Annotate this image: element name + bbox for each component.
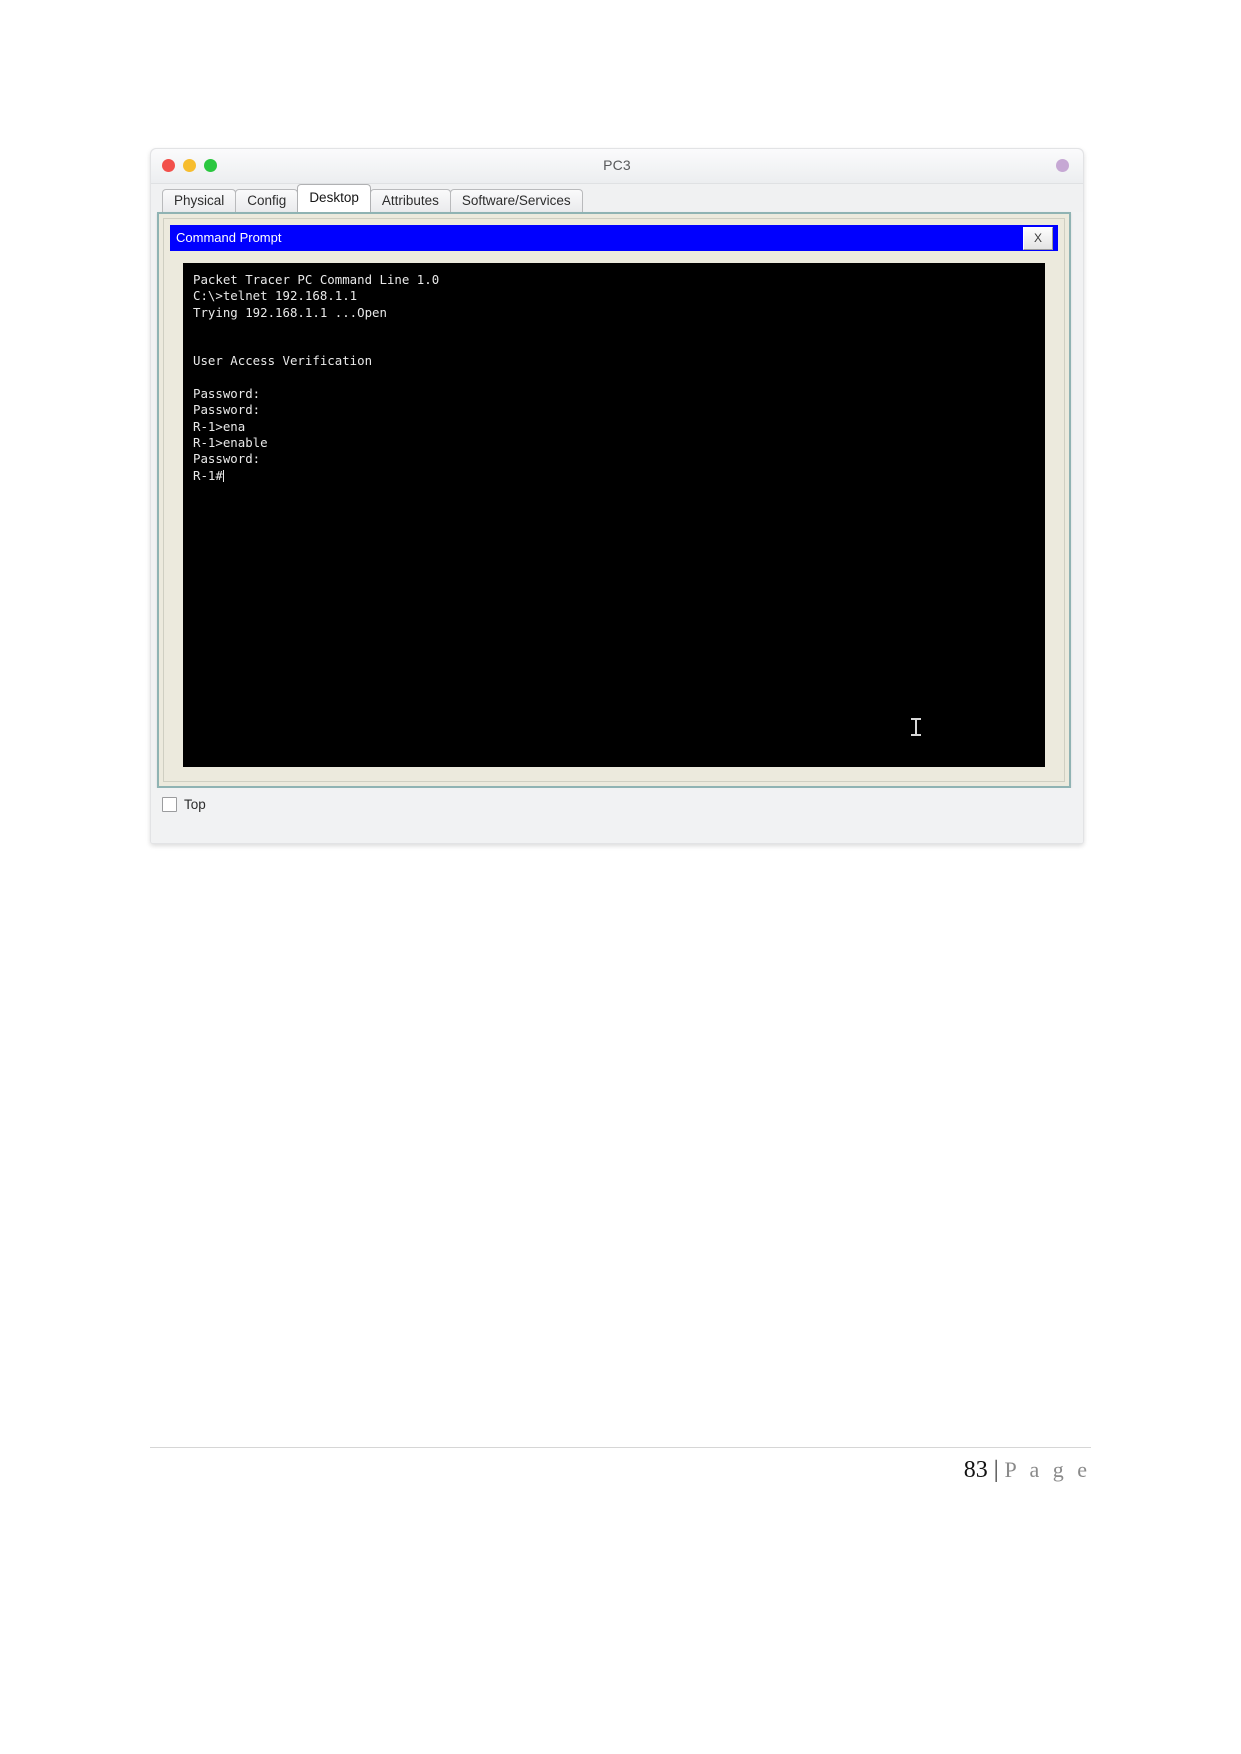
pc-device-window: PC3 Physical Config Desktop Attributes S… (150, 148, 1084, 844)
document-page: PC3 Physical Config Desktop Attributes S… (0, 0, 1241, 1754)
tab-physical[interactable]: Physical (162, 189, 237, 213)
footer-separator: | (993, 1457, 999, 1483)
window-titlebar: PC3 (151, 149, 1083, 184)
text-cursor-icon (911, 718, 921, 736)
command-prompt-title: Command Prompt (176, 230, 282, 245)
top-checkbox[interactable] (162, 797, 177, 812)
command-prompt-titlebar: Command Prompt X (170, 225, 1058, 251)
tab-attributes[interactable]: Attributes (369, 189, 451, 213)
tab-software-services[interactable]: Software/Services (449, 189, 583, 213)
close-button[interactable]: X (1023, 226, 1053, 250)
terminal-text: Packet Tracer PC Command Line 1.0 C:\>te… (193, 272, 440, 483)
status-dot-icon (1056, 159, 1069, 172)
tab-strip: Physical Config Desktop Attributes Softw… (151, 184, 1083, 213)
tab-desktop[interactable]: Desktop (297, 184, 371, 212)
desktop-content-area: Command Prompt X Packet Tracer PC Comman… (151, 212, 1083, 843)
terminal-output-area[interactable]: Packet Tracer PC Command Line 1.0 C:\>te… (183, 263, 1045, 767)
top-checkbox-label: Top (184, 797, 206, 812)
footer-page-word: P a g e (1004, 1457, 1091, 1482)
window-title: PC3 (603, 157, 631, 173)
command-prompt-dialog: Command Prompt X Packet Tracer PC Comman… (157, 212, 1071, 788)
window-bottom-bar: Top (151, 788, 1083, 843)
footer-page-number: 83 (963, 1457, 988, 1483)
terminal-caret (222, 469, 224, 482)
command-prompt-inner-frame: Command Prompt X Packet Tracer PC Comman… (163, 218, 1065, 782)
page-footer: 83 | P a g e (150, 1447, 1091, 1484)
tab-config[interactable]: Config (235, 189, 299, 213)
